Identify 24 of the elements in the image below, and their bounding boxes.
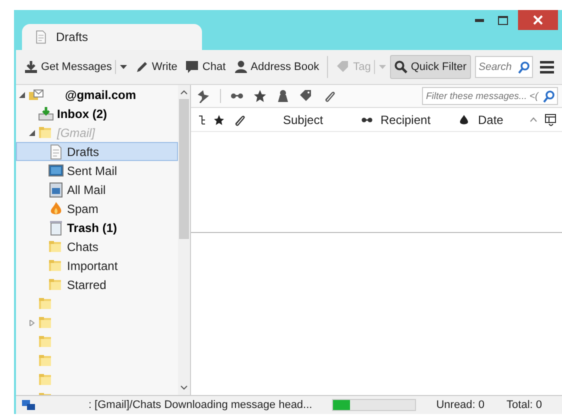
folder-item[interactable]: Drafts [16,142,178,161]
toolbar-button[interactable]: Chat [181,55,230,79]
total-count: Total: 0 [506,399,542,411]
status-text: : [Gmail]/Chats Downloading message head... [88,399,312,411]
toolbar-button[interactable]: Quick Filter [390,55,470,79]
folder-item[interactable]: Spam [16,199,178,218]
toolbar-button[interactable]: Write [130,55,182,79]
folder-item[interactable]: @gmail.com [16,85,178,104]
tab[interactable]: Drafts [22,24,202,50]
folder-item[interactable]: Starred [16,275,178,294]
folder-item[interactable]: Chats [16,237,178,256]
column-header[interactable]: Date [478,112,522,126]
folder-item[interactable]: Inbox (2) [16,104,178,123]
column-header[interactable]: Subject [283,112,352,126]
folder-item[interactable]: Important [16,256,178,275]
folder-item[interactable]: All Mail [16,180,178,199]
toolbar-button[interactable]: Address Book [230,55,324,79]
search-field[interactable]: Search [474,56,532,78]
folder-item[interactable]: Trash (1) [16,218,178,237]
column-header[interactable]: Recipient [380,112,450,126]
unread-count: Unread: 0 [436,399,485,411]
filter-field[interactable]: Filter these messages... <( [422,87,558,105]
folder-item[interactable]: Sent Mail [16,161,178,180]
toolbar-button[interactable]: Get Messages [20,55,131,79]
